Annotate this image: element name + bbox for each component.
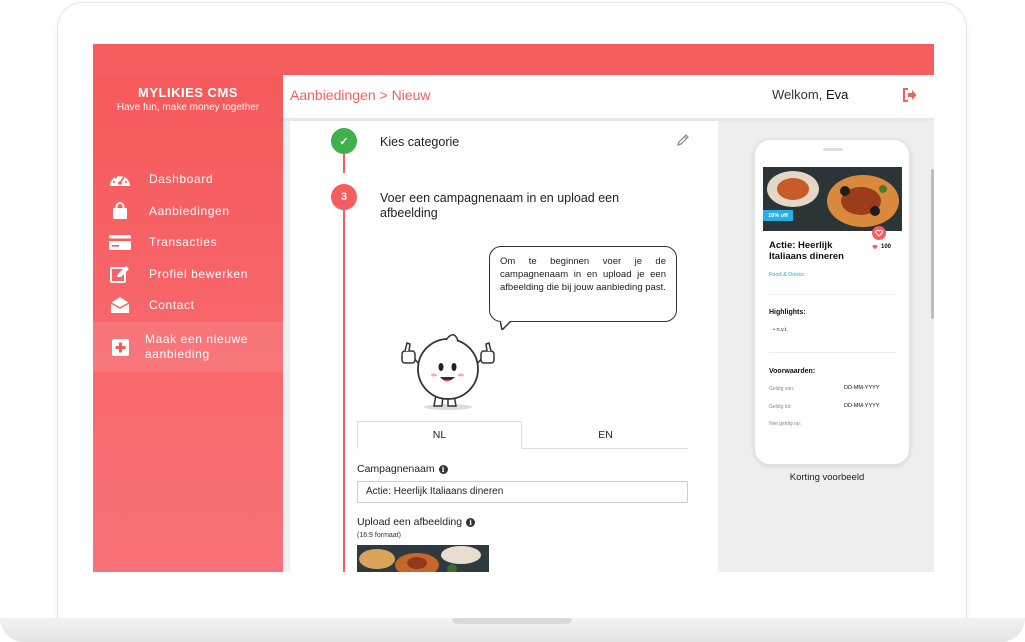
step-number-badge: 3 [331,184,357,210]
app-screen: MYLIKIES CMS Have fun, make money togeth… [93,44,934,572]
scrollbar[interactable] [931,169,934,319]
speech-bubble-tail [500,320,514,330]
condition-value: DD-MM-YYYY [844,385,880,391]
dashboard-icon [109,170,131,188]
sidebar-item-contact[interactable]: Contact [93,290,283,320]
sidebar-item-label: Profiel bewerken [149,267,248,281]
logout-icon[interactable] [903,88,917,102]
condition-label: Niet geldig op: [769,421,801,427]
step-done-badge[interactable]: ✓ [331,128,357,154]
divider [769,294,897,295]
campaign-name-label: Campagnenaam i [357,463,448,475]
sidebar-item-label: Aanbiedingen [149,204,230,218]
wizard-panel: ✓ Kies categorie 3 Voer een campagnenaam… [290,121,718,572]
step-title-campaign: Voer een campagnenaam in en upload een a… [380,191,620,220]
welcome-text: Welkom, Eva [772,87,848,102]
sidebar-item-transacties[interactable]: Transacties [93,227,283,257]
page-header: Aanbiedingen > Nieuw Welkom, Eva [283,75,934,121]
top-bar [93,44,934,75]
user-name: Eva [825,87,849,102]
sidebar-item-profiel[interactable]: Profiel bewerken [93,259,283,289]
divider [769,352,897,353]
step-connector [343,153,345,173]
check-icon: ✓ [339,135,349,148]
laptop-notch [452,618,572,624]
new-offer-label: Maak een nieuwe aanbieding [145,332,249,361]
condition-label: Geldig tot: [769,404,792,410]
conditions-heading: Voorwaarden: [769,368,816,375]
upload-image-label-text: Upload een afbeelding [357,516,463,528]
condition-value: DD-MM-YYYY [844,403,880,409]
preview-pane: 10% off Actie: Heerlijk Italiaans dinere… [720,121,934,572]
info-icon[interactable]: i [438,464,448,474]
highlight-item: • n.v.t. [773,327,788,333]
phone-preview: 10% off Actie: Heerlijk Italiaans dinere… [754,139,910,465]
pencil-icon[interactable] [676,133,690,147]
favorite-heart-icon [872,226,886,240]
info-icon[interactable]: i [466,517,476,527]
shopping-bag-icon [109,202,131,220]
breadcrumb: Aanbiedingen > Nieuw [290,87,431,103]
language-tabs: NL EN [357,421,688,449]
upload-format-hint: (16:9 formaat) [357,532,401,539]
likes-count: 100 [872,244,891,250]
sidebar-item-label: Dashboard [149,172,214,186]
mascot-illustration [401,333,495,410]
sidebar-item-dashboard[interactable]: Dashboard [93,164,283,194]
credit-card-icon [109,233,131,251]
campaign-name-input[interactable]: Actie: Heerlijk Italiaans dineren [357,481,688,503]
preview-caption: Korting voorbeeld [789,472,865,483]
tab-en[interactable]: EN [523,421,688,449]
sidebar-item-label: Transacties [149,235,218,249]
likes-value: 100 [881,244,892,250]
preview-deal-title: Actie: Heerlijk Italiaans dineren [769,240,844,262]
sidebar-item-aanbiedingen[interactable]: Aanbiedingen [93,196,283,226]
uploaded-image-thumbnail[interactable] [357,545,489,572]
step-title-category[interactable]: Kies categorie [380,135,459,150]
heart-icon [872,244,878,250]
campaign-name-label-text: Campagnenaam [357,463,435,475]
welcome-prefix: Welkom, [772,87,823,102]
new-offer-button[interactable]: Maak een nieuwe aanbieding [93,322,283,372]
tab-nl[interactable]: NL [357,421,522,449]
condition-label: Geldig van: [769,386,795,392]
step-connector [343,210,345,572]
phone-notch [823,148,843,151]
discount-badge: 10% off [763,210,793,221]
brand-tagline: Have fun, make money together [116,102,260,113]
preview-image [763,167,902,231]
plus-icon [109,338,131,356]
highlight-text: n.v.t. [776,327,788,333]
envelope-icon [109,296,131,314]
brand-title: MYLIKIES CMS [138,85,238,100]
upload-image-label: Upload een afbeelding i [357,516,476,528]
sidebar-item-label: Contact [149,298,195,312]
edit-icon [109,265,131,283]
helper-speech-bubble: Om te beginnen voer je de campagnenaam i… [489,246,677,322]
preview-category: Food & Drinks [769,272,804,278]
highlights-heading: Highlights: [769,309,806,316]
sidebar: MYLIKIES CMS Have fun, make money togeth… [93,75,283,572]
